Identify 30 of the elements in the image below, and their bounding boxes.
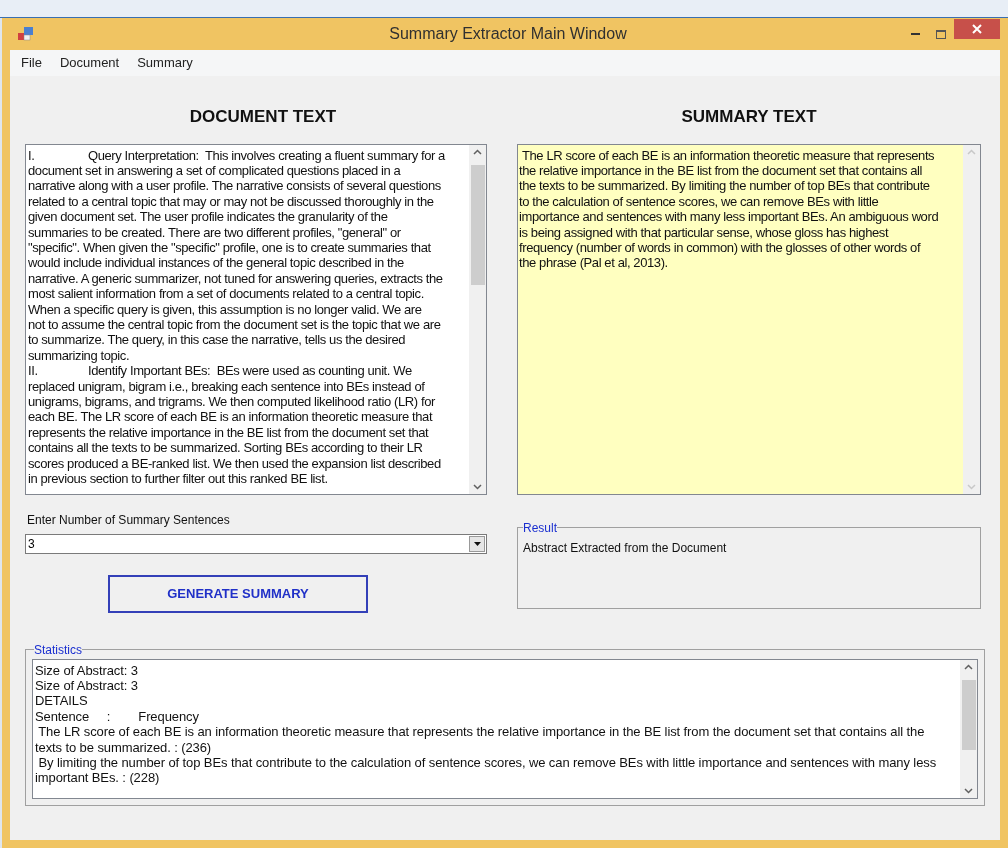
scroll-up-icon[interactable]	[964, 663, 973, 670]
statistics-text: Size of Abstract: 3 Size of Abstract: 3 DETAILS Sentence : Frequency The LR score of each BE is an information theoretic measure that represents the relative importance in the BE list from the document set that contains all the texts to be summarized. : (236) By limiting the number of top BEs that contribute to the calculation of sentence scores, we can remove BEs with little importance and sentences with many less important BEs. : (228)	[34, 661, 938, 788]
scrollbar[interactable]	[960, 659, 977, 798]
scroll-down-icon[interactable]	[964, 787, 973, 794]
group-legend: Statistics	[34, 640, 82, 659]
close-button[interactable]	[954, 19, 1000, 39]
menu-item[interactable]: Summary	[128, 53, 202, 73]
section-heading: DOCUMENT TEXT	[188, 106, 338, 128]
generate-summary-button[interactable]: GENERATE SUMMARY	[108, 574, 368, 613]
scroll-down-icon[interactable]	[473, 483, 482, 490]
menu-item[interactable]: Document	[50, 53, 129, 73]
summary-text-area[interactable]	[517, 143, 981, 495]
window-title: Summary Extractor Main Window	[388, 24, 628, 44]
field-label: Enter Number of Summary Sentences	[26, 511, 231, 529]
app-icon	[18, 27, 34, 41]
dropdown-button[interactable]	[469, 535, 485, 552]
close-icon	[972, 24, 982, 34]
scrollbar-thumb[interactable]	[471, 164, 485, 285]
dropdown-value: 3	[27, 535, 36, 553]
group-legend: Result	[523, 518, 557, 537]
section-heading: SUMMARY TEXT	[680, 106, 818, 128]
result-text: Abstract Extracted from the Document	[523, 539, 728, 557]
scrollbar-thumb[interactable]	[962, 679, 976, 750]
caret-icon	[473, 541, 481, 546]
scrollbar[interactable]	[469, 144, 486, 494]
sentences-dropdown[interactable]: 3	[25, 533, 487, 554]
document-text: I. Query Interpretation: This involves creating a fluent summary for a document set in answering a set of complicated questions placed in a narrative along with a user profile. The narrative consists of several questions related to a central topic that may or may not be discussed thoroughly in the given document set. The user profile indicates the granularity of the summaries to be created. There are two different profiles, "general" or "specific". When given the "specific" profile, one is to create summaries that would include individual instances of the general topic described in the narrative. A generic summarizer, not tuned for answering queries, extracts the most salient information from a set of documents related to a central topic. When a specific query is given, this assumption is no longer valid. We are not to assume the central topic from the document set is the topic that we are to summarize. The query, in this case the narrative, tells us the desired summarizing topic. II. Identify Important BEs: BEs were used as counting unit. We replaced unigram, bigram i.e., breaking each sentence into BEs instead of unigrams, bigrams, and trigrams. We then computed likelihood ratio (LR) for each BE. The LR score of each BE is an information theoretic measure that represents the relative importance in the BE list from the document set that contains all the texts to be summarized. Sorting BEs according to their LR scores produced a BE-ranked list. We then used the expansion list described in previous section to further filter out this ranked BE list.	[27, 146, 446, 489]
menu-item[interactable]: File	[12, 53, 51, 73]
summary-text: The LR score of each BE is an information theoretic measure that represents the relative importance in the BE list from the document set that contains all the texts to be summarized. By limiting the number of top BEs that contribute to the calculation of sentence scores, we can remove BEs with little importance and sentences with many less important BEs. An ambiguous word is being assigned with that particular sense, whose gloss has highest frequency (number of words in common) with the glosses of other words of the phrase (Pal et al, 2013).	[518, 146, 940, 273]
scroll-up-icon[interactable]	[473, 148, 482, 155]
